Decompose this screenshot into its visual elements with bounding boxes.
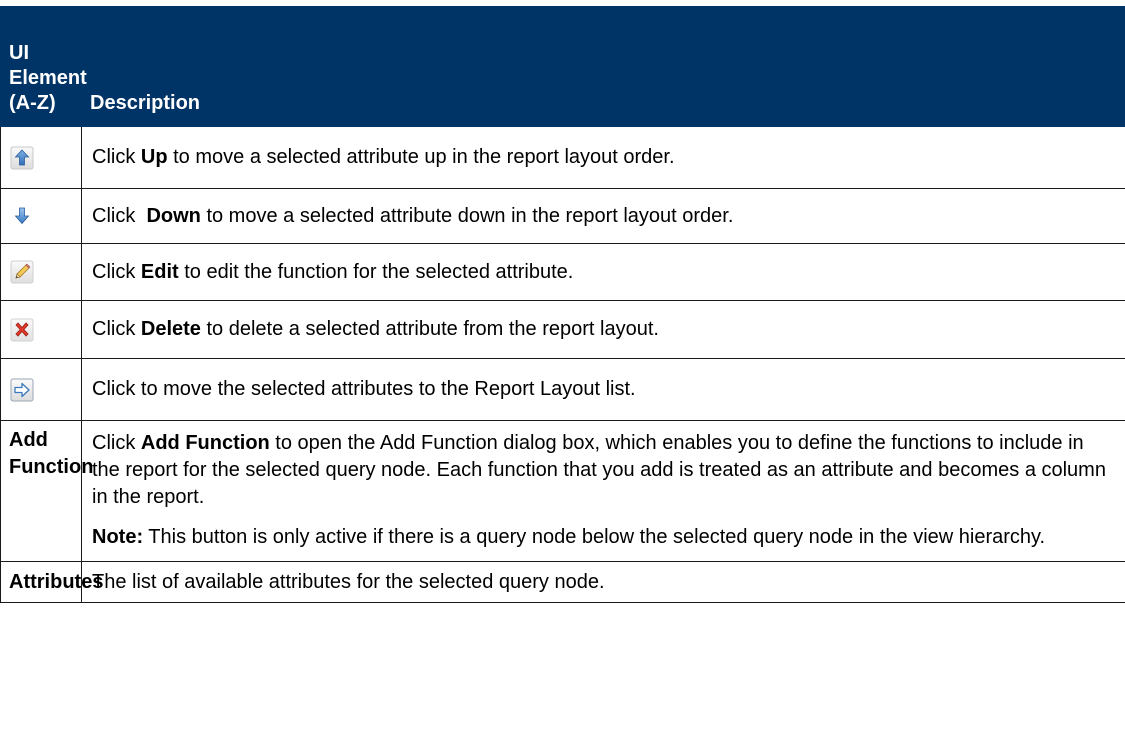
desc-text: to edit the function for the selected at…	[178, 260, 574, 283]
description-cell: Click Edit to edit the function for the …	[81, 243, 1125, 301]
note-label: Note:	[92, 526, 144, 548]
table-row: Click Down to move a selected attribute …	[0, 188, 1125, 244]
table-row: Attributes The list of available attribu…	[0, 561, 1125, 603]
desc-text: Click	[92, 318, 141, 340]
ui-element-label-line1: Add	[9, 429, 48, 451]
description-cell: Click Add Function to open the Add Funct…	[81, 420, 1125, 562]
header-ui-element: UI Element (A-Z)	[0, 6, 87, 127]
description-cell: Click to move the selected attributes to…	[81, 358, 1125, 421]
ui-element-cell	[0, 243, 82, 301]
desc-bold: Edit	[140, 260, 179, 283]
description-paragraph: Click Add Function to open the Add Funct…	[92, 430, 1113, 511]
desc-text: to move a selected attribute down in the…	[200, 204, 734, 227]
ui-element-cell	[0, 358, 82, 421]
description-cell: Click Up to move a selected attribute up…	[81, 126, 1125, 189]
desc-text: Click	[92, 146, 141, 168]
ui-element-label-line2: Function	[9, 456, 94, 478]
header-description: Description	[81, 6, 1125, 127]
description-cell: Click Delete to delete a selected attrib…	[81, 300, 1125, 359]
description-cell: Click Down to move a selected attribute …	[81, 188, 1125, 244]
table-row: Click Edit to edit the function for the …	[0, 243, 1125, 301]
up-arrow-icon	[10, 146, 34, 170]
right-arrow-move-icon	[10, 378, 34, 402]
pencil-edit-icon	[10, 260, 34, 284]
header-ui-element-line2: Element	[9, 67, 87, 89]
ui-element-cell	[0, 188, 82, 244]
note-paragraph: Note: This button is only active if ther…	[92, 524, 1113, 551]
table-row: Add Function Click Add Function to open …	[0, 420, 1125, 562]
table-row: Click Up to move a selected attribute up…	[0, 126, 1125, 189]
desc-text: Click	[92, 204, 147, 227]
ui-element-cell: Attributes	[0, 561, 103, 603]
desc-bold: Delete	[140, 318, 201, 340]
desc-text: Click	[92, 432, 141, 454]
header-row: UI Element (A-Z) Description	[0, 6, 1125, 127]
table-row: Click Delete to delete a selected attrib…	[0, 300, 1125, 359]
desc-text: to delete a selected attribute from the …	[200, 318, 659, 340]
ui-element-cell: Add Function	[0, 420, 93, 562]
desc-bold: Up	[140, 146, 168, 168]
red-x-delete-icon	[10, 318, 34, 342]
desc-text: to move a selected attribute up in the r…	[167, 146, 675, 168]
down-arrow-icon	[10, 204, 34, 228]
header-ui-element-line3: (A-Z)	[9, 92, 56, 114]
ui-element-cell	[0, 126, 82, 189]
ui-elements-table: UI Element (A-Z) Description Click Up to…	[0, 6, 1125, 603]
header-ui-element-line1: UI	[9, 42, 29, 64]
note-text: This button is only active if there is a…	[143, 526, 1046, 548]
table-row: Click to move the selected attributes to…	[0, 358, 1125, 421]
table-header: UI Element (A-Z) Description	[0, 6, 1125, 127]
desc-bold: Add Function	[140, 432, 270, 454]
ui-element-cell	[0, 300, 82, 359]
description-cell: The list of available attributes for the…	[81, 561, 1125, 603]
desc-bold: Down	[146, 204, 201, 227]
desc-text: Click	[92, 260, 141, 283]
